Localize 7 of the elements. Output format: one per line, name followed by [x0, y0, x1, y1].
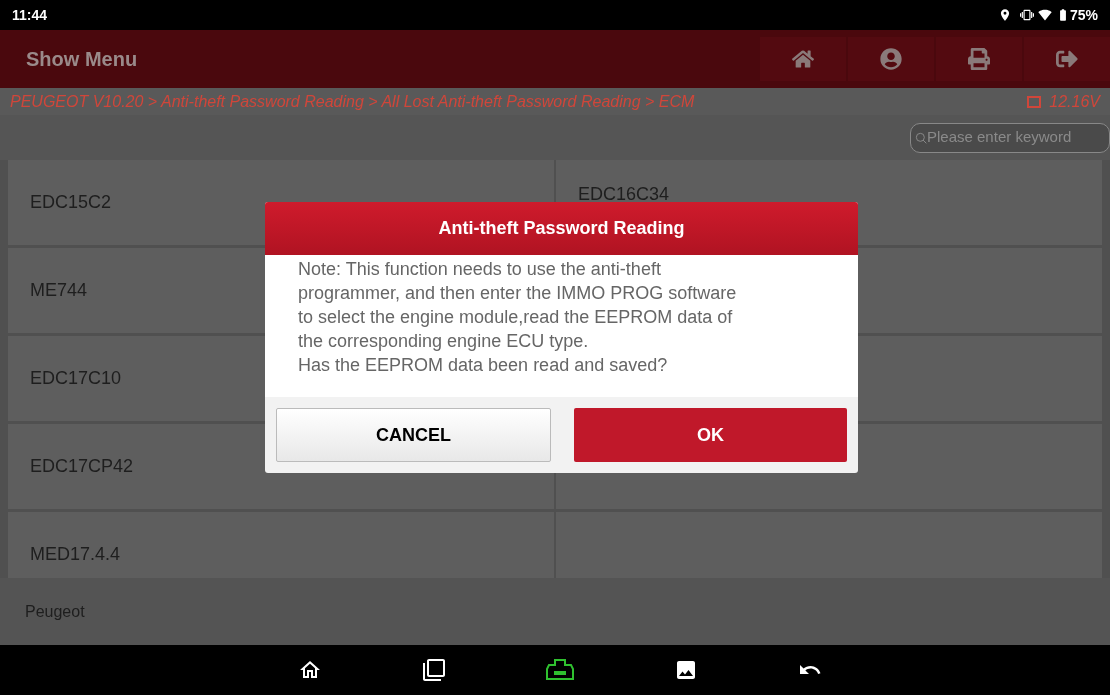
- breadcrumb-path: PEUGEOT V10.20 > Anti-theft Password Reading > All Lost Anti-theft Password Reading > ECM: [10, 91, 695, 112]
- dialog-message: Note: This function needs to use the anti-theft programmer, and then enter the IMMO PROG software to select the engine module,read the EEPROM data of the corresponding engine ECU type. Has the EEPROM data been read and saved?: [298, 258, 738, 377]
- header-title: Show Menu: [25, 47, 138, 72]
- dialog-title: Anti-theft Password Reading: [438, 217, 685, 240]
- clock: 11:44: [12, 5, 48, 25]
- voltage-reading: 12.16V: [1049, 91, 1100, 112]
- battery-level: 75%: [1069, 5, 1098, 25]
